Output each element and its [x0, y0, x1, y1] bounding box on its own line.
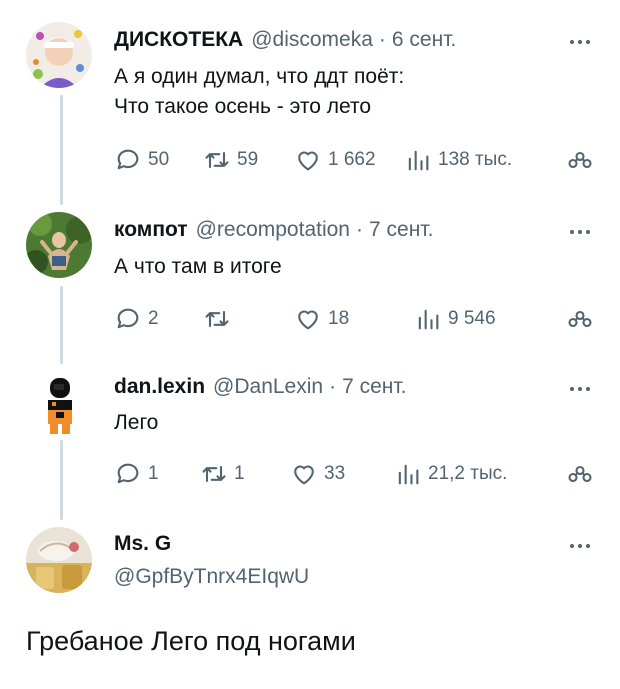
views-button[interactable]: 21,2 тыс.	[394, 460, 507, 488]
separator-dot: ·	[329, 375, 337, 398]
action-bar: 50 59 1 662 138 тыс.	[114, 146, 600, 176]
share-button[interactable]	[566, 460, 594, 488]
more-dots-icon[interactable]	[564, 536, 596, 556]
reply-button[interactable]: 1	[114, 460, 159, 488]
more-dots-icon[interactable]	[564, 222, 596, 242]
tweet-text: А что там в итоге	[114, 252, 282, 282]
share-icon	[568, 151, 592, 169]
retweet-button[interactable]: 59	[203, 146, 258, 174]
retweet-icon	[205, 151, 229, 169]
author-name[interactable]: компот	[114, 218, 188, 242]
author-name[interactable]: dan.lexin	[114, 375, 205, 399]
author-handle[interactable]: @DanLexin	[213, 375, 323, 399]
share-icon	[568, 465, 592, 483]
author-handle[interactable]: @discomeka	[251, 28, 373, 52]
avatar[interactable]	[26, 527, 92, 593]
tweet-header: ДИСКОТЕКА @discomeka · 6 сент.	[114, 28, 456, 52]
like-button[interactable]: 1 662	[294, 146, 376, 174]
retweet-icon	[202, 465, 226, 483]
tweet-header: dan.lexin @DanLexin · 7 сент.	[114, 375, 407, 399]
tweet-text-line: А я один думал, что ддт поёт:	[114, 65, 405, 88]
views-chart-icon	[408, 150, 429, 171]
views-count: 21,2 тыс.	[428, 463, 508, 484]
tweet-date[interactable]: 6 сент.	[392, 28, 456, 52]
more-dots-icon[interactable]	[564, 32, 596, 52]
like-count: 1 662	[328, 149, 376, 170]
share-button[interactable]	[566, 146, 594, 174]
reply-icon	[117, 149, 139, 170]
reply-icon	[117, 308, 139, 329]
author-handle[interactable]: @GpfByTnrx4EIqwU	[114, 565, 309, 589]
tweet-header: компот @recompotation · 7 сент.	[114, 218, 433, 242]
action-bar: 1 1 33 21,2 тыс.	[114, 460, 600, 490]
thread-connector	[60, 95, 63, 205]
views-chart-icon	[398, 464, 419, 485]
separator-dot: ·	[378, 28, 386, 51]
tweet-text: А я один думал, что ддт поёт: Что такое …	[114, 62, 404, 122]
share-button[interactable]	[566, 305, 594, 333]
heart-icon	[298, 310, 318, 330]
author-name[interactable]: Ms. G	[114, 532, 171, 556]
reply-button[interactable]: 50	[114, 146, 169, 174]
thread-connector	[60, 286, 63, 364]
thread-connector	[60, 440, 63, 520]
views-count: 9 546	[448, 308, 496, 329]
tweet-date[interactable]: 7 сент.	[342, 375, 406, 399]
retweet-count: 59	[237, 149, 259, 170]
avatar[interactable]	[26, 22, 92, 88]
share-icon	[568, 310, 592, 328]
more-dots-icon[interactable]	[564, 379, 596, 399]
separator-dot: ·	[356, 218, 363, 241]
action-bar: 2 18 9 546	[114, 305, 600, 335]
tweet-text: Гребаное Лего под ногами	[26, 626, 356, 656]
retweet-button[interactable]: 1	[200, 460, 245, 488]
like-button[interactable]: 33	[290, 460, 345, 488]
views-count: 138 тыс.	[438, 149, 513, 170]
like-count: 18	[328, 308, 350, 329]
like-button[interactable]: 18	[294, 305, 349, 333]
avatar[interactable]	[26, 372, 92, 438]
tweet-text-line: Лего	[114, 411, 159, 434]
author-handle[interactable]: @recompotation	[196, 218, 350, 242]
like-count: 33	[324, 463, 346, 484]
tweet-header: Ms. G	[114, 532, 171, 556]
heart-icon	[294, 465, 314, 485]
reply-count: 2	[148, 308, 159, 329]
reply-count: 1	[148, 463, 159, 484]
tweet-text-line: А что там в итоге	[114, 255, 282, 278]
views-chart-icon	[418, 309, 439, 330]
reply-icon	[117, 463, 139, 484]
reply-button[interactable]: 2	[114, 305, 159, 333]
reply-count: 50	[148, 149, 170, 170]
tweet-text: Лего	[114, 408, 158, 438]
tweet-date[interactable]: 7 сент.	[369, 218, 433, 242]
views-button[interactable]: 9 546	[414, 305, 496, 333]
author-name[interactable]: ДИСКОТЕКА	[114, 28, 243, 52]
tweet-text-line: Что такое осень - это лето	[114, 95, 372, 118]
avatar[interactable]	[26, 212, 92, 278]
retweet-count: 1	[234, 463, 245, 484]
views-button[interactable]: 138 тыс.	[404, 146, 512, 174]
retweet-icon	[205, 310, 229, 328]
retweet-button[interactable]	[203, 305, 237, 333]
heart-icon	[298, 151, 318, 171]
